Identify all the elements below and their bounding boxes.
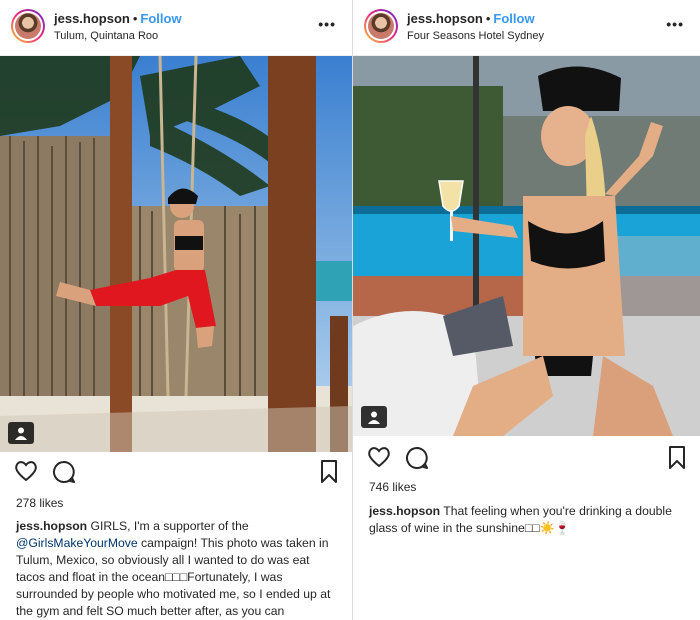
likes-count[interactable]: 746 likes [369, 480, 416, 494]
caption-username[interactable]: jess.hopson [369, 504, 440, 518]
beach-swing-photo [0, 56, 352, 452]
poolside-photo [353, 56, 700, 436]
more-options-icon[interactable]: ••• [318, 16, 336, 32]
more-options-icon[interactable]: ••• [666, 16, 684, 32]
separator-dot: • [132, 11, 138, 26]
post-photo[interactable] [353, 56, 700, 436]
post-photo[interactable] [0, 56, 352, 452]
username-link[interactable]: jess.hopson [54, 11, 130, 26]
comment-icon[interactable] [405, 446, 429, 470]
caption-text-start: GIRLS, I'm a supporter of the [90, 519, 249, 533]
post-header: jess.hopson • Follow Four Seasons Hotel Sy… [353, 0, 700, 56]
user-line: jess.hopson • Follow [407, 11, 535, 26]
caption: jess.hopson That feeling when you're dri… [369, 503, 690, 537]
comment-icon[interactable] [52, 460, 76, 484]
avatar[interactable] [364, 9, 398, 43]
tag-person-icon[interactable] [361, 406, 387, 428]
heart-icon[interactable] [367, 446, 391, 468]
user-line: jess.hopson • Follow [54, 11, 182, 26]
separator-dot: • [485, 11, 491, 26]
post-card-1: jess.hopson • Follow Tulum, Quintana Roo •… [0, 0, 352, 620]
caption: jess.hopson GIRLS, I'm a supporter of th… [16, 518, 342, 620]
bookmark-icon[interactable] [320, 460, 338, 484]
bookmark-icon[interactable] [668, 446, 686, 470]
avatar[interactable] [11, 9, 45, 43]
tag-person-icon[interactable] [8, 422, 34, 444]
follow-button[interactable]: Follow [493, 11, 534, 26]
location-link[interactable]: Four Seasons Hotel Sydney [407, 30, 544, 42]
username-link[interactable]: jess.hopson [407, 11, 483, 26]
action-bar [0, 458, 352, 488]
likes-count[interactable]: 278 likes [16, 496, 63, 510]
follow-button[interactable]: Follow [140, 11, 181, 26]
caption-mention-link[interactable]: @GirlsMakeYourMove [16, 536, 138, 550]
post-card-2: jess.hopson • Follow Four Seasons Hotel Sy… [353, 0, 700, 620]
heart-icon[interactable] [14, 460, 38, 482]
post-header: jess.hopson • Follow Tulum, Quintana Roo •… [0, 0, 352, 56]
location-link[interactable]: Tulum, Quintana Roo [54, 30, 158, 42]
caption-username[interactable]: jess.hopson [16, 519, 87, 533]
action-bar [353, 444, 700, 474]
